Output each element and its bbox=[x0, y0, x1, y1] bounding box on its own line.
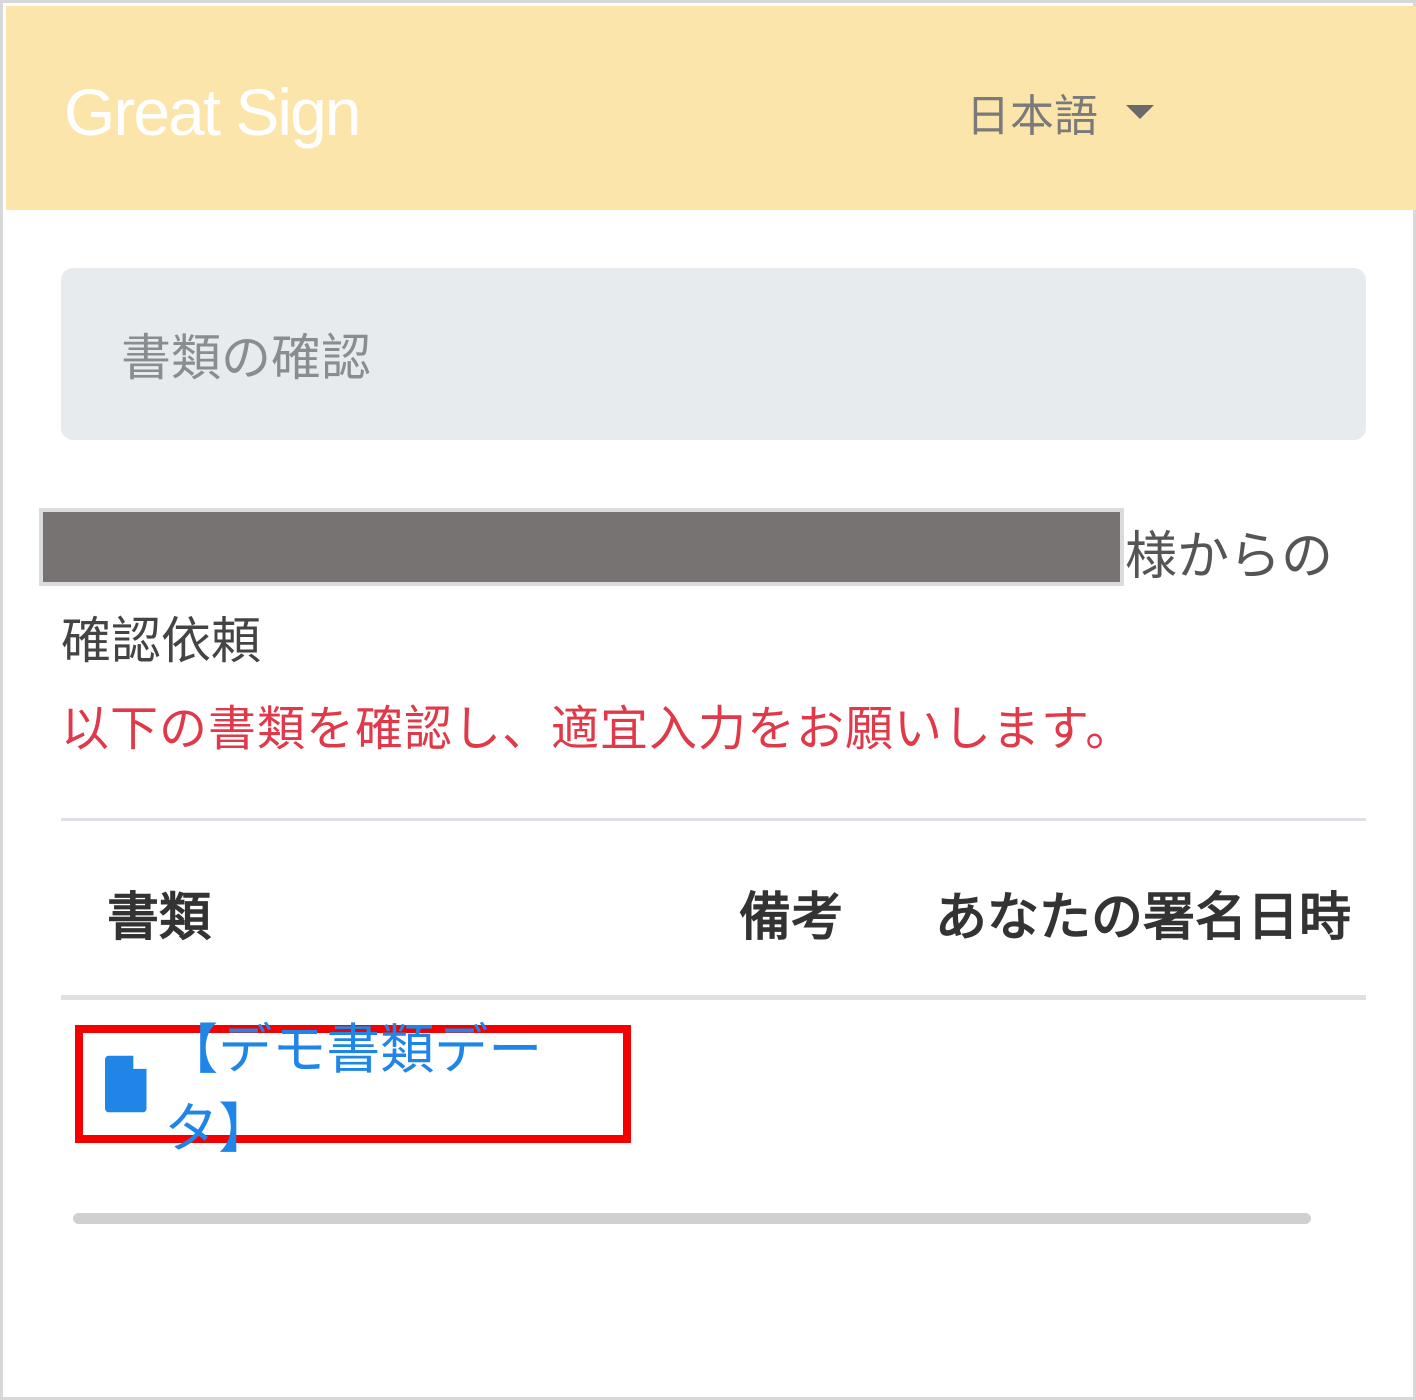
document-link[interactable]: 【デモ書類データ】 bbox=[164, 1005, 623, 1163]
breadcrumb: 書類の確認 bbox=[61, 268, 1366, 440]
request-title: 確認依頼 bbox=[61, 612, 261, 670]
language-dropdown[interactable]: 日本語 bbox=[966, 84, 1154, 142]
breadcrumb-title: 書類の確認 bbox=[121, 329, 371, 387]
request-message: 以下の書類を確認し、適宜入力をお願いします。 bbox=[61, 701, 1135, 757]
horizontal-scrollbar[interactable] bbox=[73, 1213, 1311, 1224]
column-header-sign-date: あなたの署名日時 bbox=[935, 888, 1352, 948]
file-icon bbox=[105, 1055, 147, 1113]
brand-logo[interactable]: Great Sign bbox=[64, 74, 361, 150]
table-top-divider bbox=[61, 818, 1366, 821]
sender-line: 様からの bbox=[39, 508, 1369, 588]
caret-down-icon bbox=[1126, 105, 1154, 119]
table-header-divider bbox=[61, 995, 1366, 1000]
highlighted-document-row: 【デモ書類データ】 bbox=[75, 1018, 631, 1160]
column-header-document: 書類 bbox=[107, 888, 212, 948]
navbar: Great Sign 日本語 bbox=[6, 6, 1416, 210]
redacted-sender-name bbox=[39, 508, 1124, 586]
sender-suffix: 様からの bbox=[1125, 527, 1334, 587]
column-header-notes: 備考 bbox=[739, 888, 844, 948]
page-frame: Great Sign 日本語 書類の確認 様からの 確認依頼 以下の書類を確認し… bbox=[0, 0, 1416, 1400]
language-label: 日本語 bbox=[966, 91, 1098, 142]
